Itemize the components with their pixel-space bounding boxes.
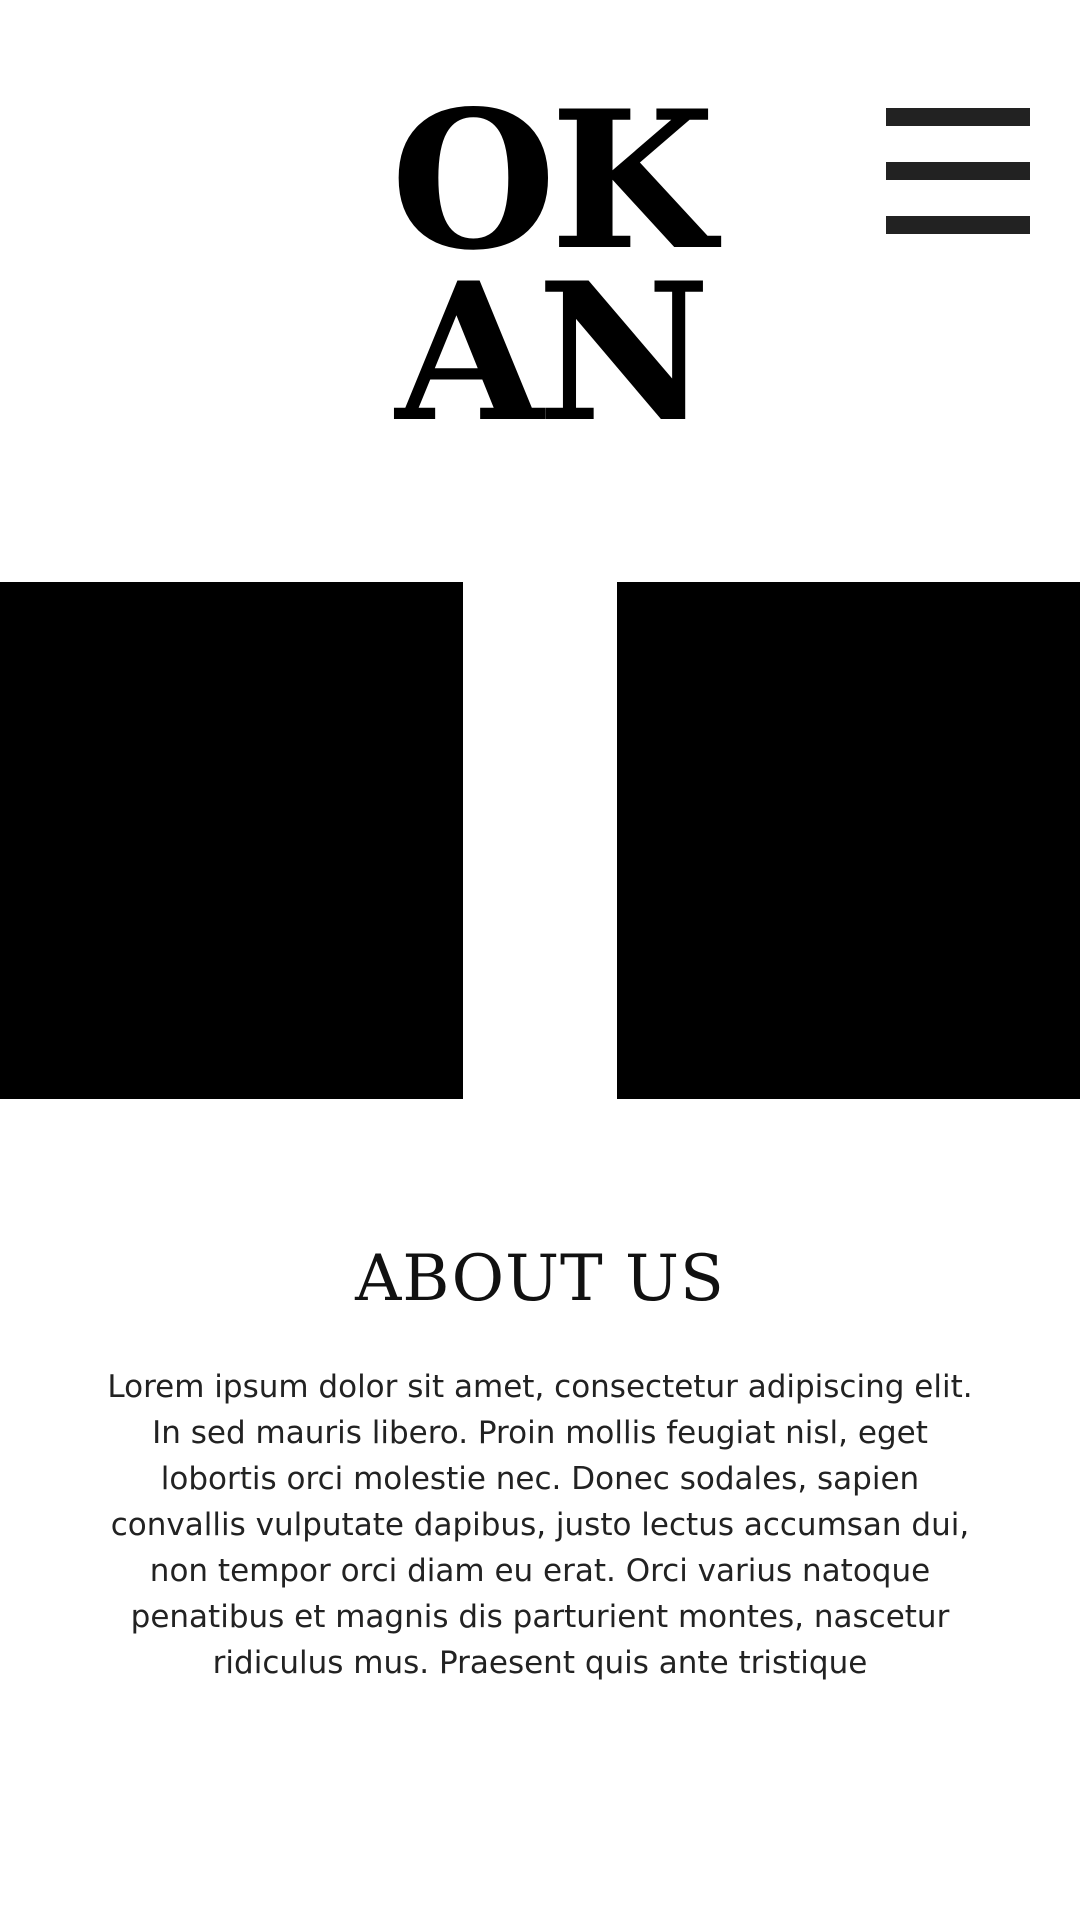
menu-bar — [886, 216, 1030, 234]
menu-bar — [886, 162, 1030, 180]
hamburger-menu-button[interactable] — [886, 108, 1030, 235]
about-paragraph: Lorem ipsum dolor sit amet, consectetur … — [107, 1369, 973, 1681]
site-logo[interactable]: OK AN — [380, 86, 720, 464]
image-placeholder-right — [617, 582, 1080, 1099]
image-placeholder-left — [0, 582, 463, 1099]
about-heading: ABOUT US — [355, 1242, 725, 1316]
logo-line-2: AN — [395, 241, 710, 464]
menu-bar — [886, 108, 1030, 126]
